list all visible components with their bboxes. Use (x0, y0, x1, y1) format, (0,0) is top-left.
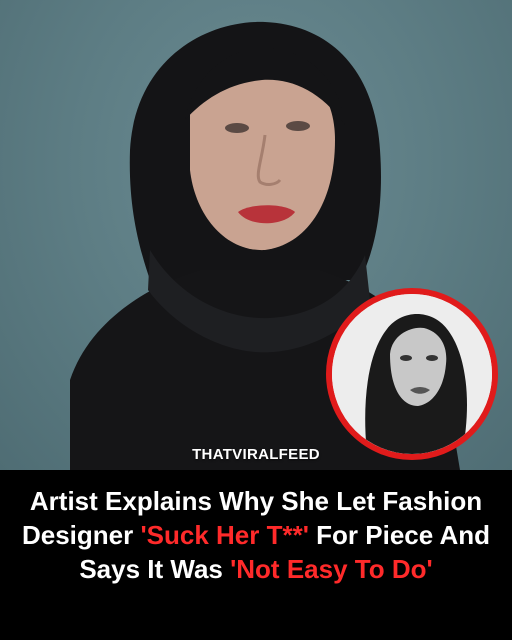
source-label: THATVIRALFEED (192, 446, 320, 463)
inset-portrait-illustration (332, 294, 492, 454)
headline-highlight-2: 'Not Easy To Do' (230, 554, 433, 584)
headline: Artist Explains Why She Let Fashion Desi… (20, 484, 492, 586)
inset-portrait-circle (326, 288, 498, 460)
headline-highlight-1: 'Suck Her T**' (140, 520, 309, 550)
